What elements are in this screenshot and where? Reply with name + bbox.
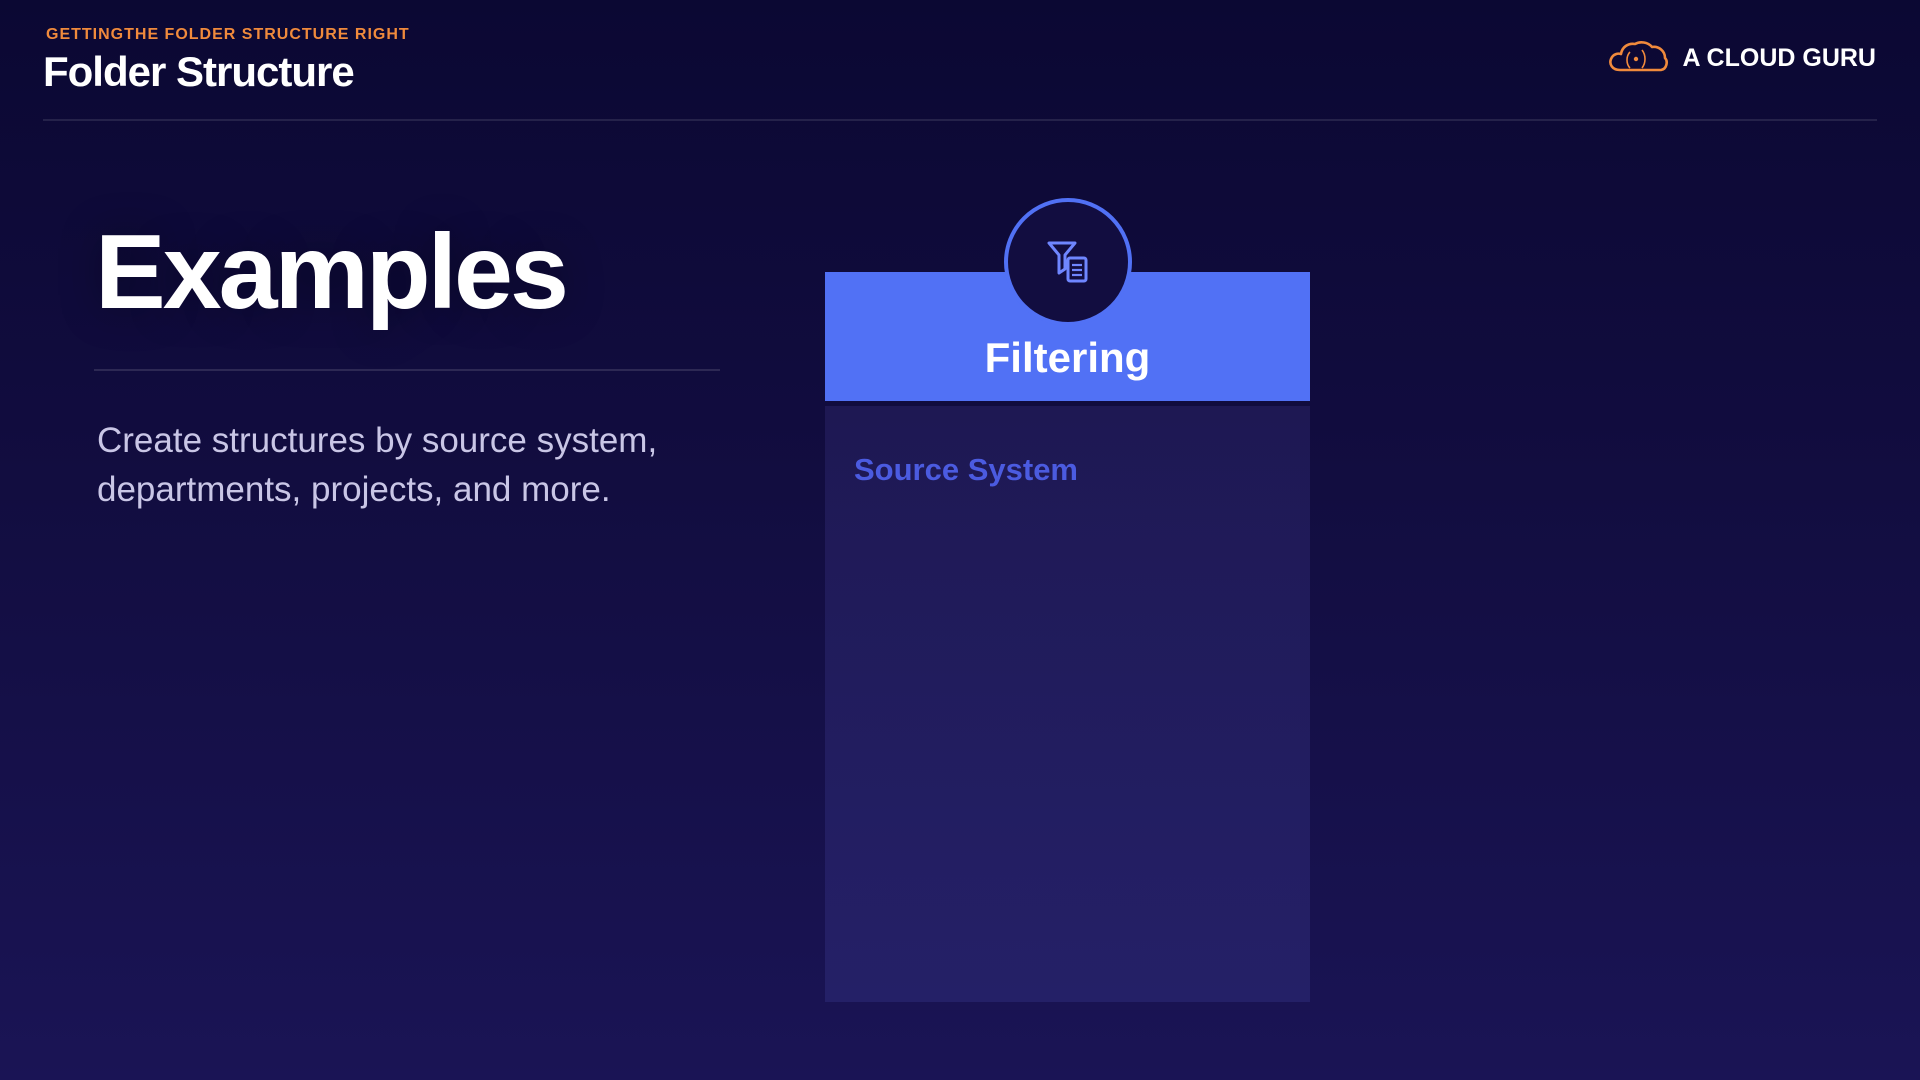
brand-logo-group: A CLOUD GURU: [1606, 38, 1876, 78]
card-icon-badge: [1004, 198, 1132, 326]
slide-eyebrow: GETTINGTHE FOLDER STRUCTURE RIGHT: [46, 26, 410, 43]
card-title: Filtering: [984, 334, 1151, 381]
slide-title: Folder Structure: [43, 48, 355, 95]
card-panel: [825, 406, 1310, 1002]
section-divider: [94, 369, 720, 371]
cloud-icon: [1609, 41, 1669, 72]
section-body-text: Create structures by source system, depa…: [97, 421, 658, 509]
section-heading: Examples: [95, 213, 569, 331]
card-item-source-system: Source System: [854, 452, 1078, 487]
filter-document-icon: [1047, 241, 1088, 283]
header-divider: [43, 119, 1877, 121]
brand-name: A CLOUD GURU: [1682, 43, 1876, 72]
